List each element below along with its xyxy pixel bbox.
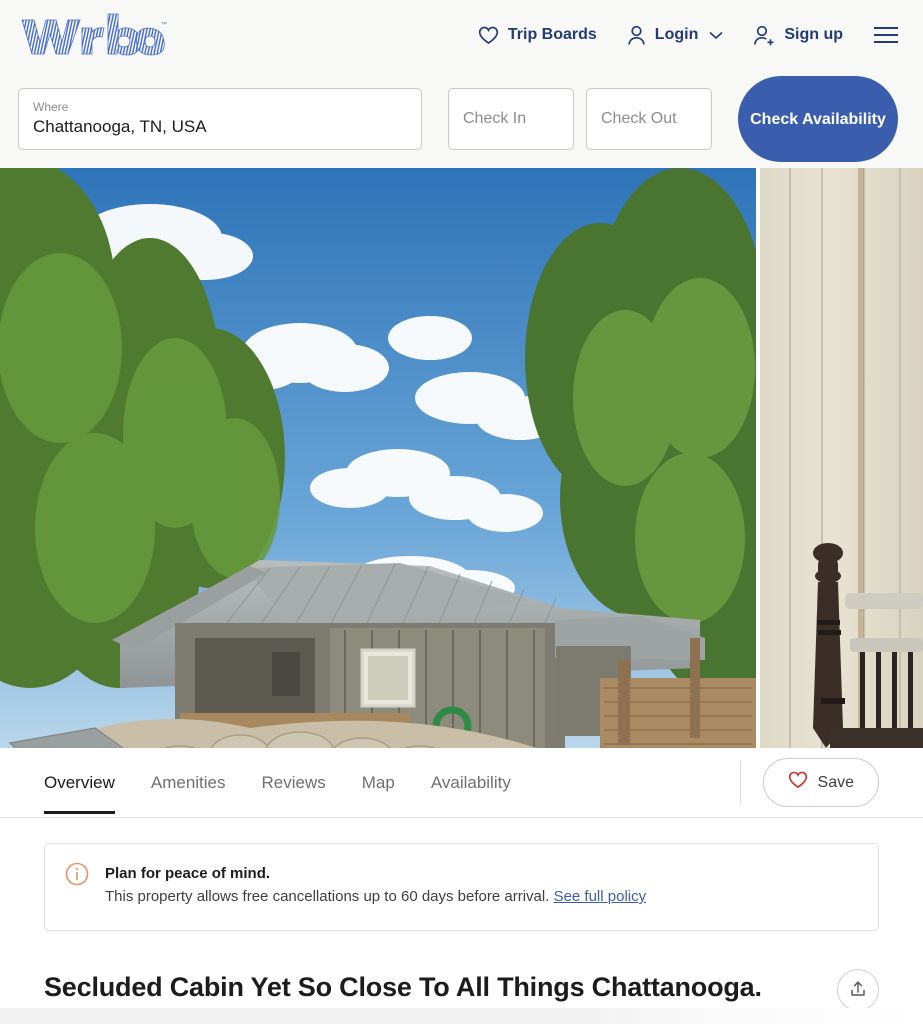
tab-reviews[interactable]: Reviews: [262, 748, 326, 818]
next-section-band: [0, 1008, 923, 1024]
nav-sign-up[interactable]: Sign up: [753, 25, 843, 46]
see-full-policy-link[interactable]: See full policy: [554, 888, 647, 905]
tab-list: Overview Amenities Reviews Map Availabil…: [44, 748, 511, 818]
site-header: ™ Trip Boards Login Sign up: [0, 0, 923, 70]
tab-amenities[interactable]: Amenities: [151, 748, 226, 818]
header-nav: Trip Boards Login Sign up: [478, 25, 905, 46]
where-label: Where: [33, 100, 69, 114]
photo-gallery: View all 24 photos: [0, 168, 923, 748]
section-tabs: Overview Amenities Reviews Map Availabil…: [0, 748, 923, 818]
vrbo-logo[interactable]: ™: [18, 12, 168, 58]
hamburger-menu-icon: [873, 26, 899, 44]
hamburger-menu-button[interactable]: [873, 26, 899, 44]
cancellation-notice: Plan for peace of mind. This property al…: [44, 843, 879, 931]
where-value: Chattanooga, TN, USA: [33, 117, 207, 136]
nav-trip-boards-label: Trip Boards: [507, 26, 597, 43]
check-in-input[interactable]: Check In: [448, 88, 574, 150]
where-input[interactable]: Where Chattanooga, TN, USA: [18, 88, 422, 150]
heart-icon: [478, 26, 499, 45]
tab-actions: Save: [739, 758, 879, 807]
nav-trip-boards[interactable]: Trip Boards: [478, 26, 597, 45]
check-availability-button[interactable]: Check Availability: [738, 76, 898, 162]
vrbo-logo-icon: ™: [21, 13, 167, 56]
user-plus-icon: [753, 25, 775, 46]
notice-description: This property allows free cancellations …: [105, 888, 550, 905]
user-icon: [627, 25, 646, 46]
share-button[interactable]: [837, 969, 879, 1011]
tab-map[interactable]: Map: [362, 748, 395, 818]
tab-overview[interactable]: Overview: [44, 748, 115, 818]
svg-text:™: ™: [161, 21, 167, 28]
notice-title: Plan for peace of mind.: [105, 865, 271, 882]
nav-login-label: Login: [654, 26, 699, 43]
heart-icon: [788, 771, 808, 794]
vertical-divider: [739, 760, 741, 805]
notice-body: Plan for peace of mind. This property al…: [105, 862, 646, 908]
share-upload-icon: [849, 980, 867, 1001]
search-bar: Where Chattanooga, TN, USA Check In Chec…: [0, 70, 923, 168]
check-out-input[interactable]: Check Out: [586, 88, 712, 150]
nav-sign-up-label: Sign up: [784, 26, 843, 43]
save-button[interactable]: Save: [762, 758, 879, 807]
vrbo-property-page: ™ Trip Boards Login Sign up Where Chatta…: [0, 0, 923, 1024]
side-photo[interactable]: [760, 168, 923, 748]
main-photo[interactable]: [0, 168, 756, 748]
nav-login[interactable]: Login: [627, 25, 724, 46]
tab-availability[interactable]: Availability: [431, 748, 511, 818]
chevron-down-icon: [709, 31, 723, 40]
side-photo-image: [760, 168, 923, 748]
info-icon: [65, 862, 89, 891]
notice-text: This property allows free cancellations …: [105, 885, 646, 908]
save-button-label: Save: [817, 773, 854, 791]
main-photo-image: [0, 168, 756, 748]
